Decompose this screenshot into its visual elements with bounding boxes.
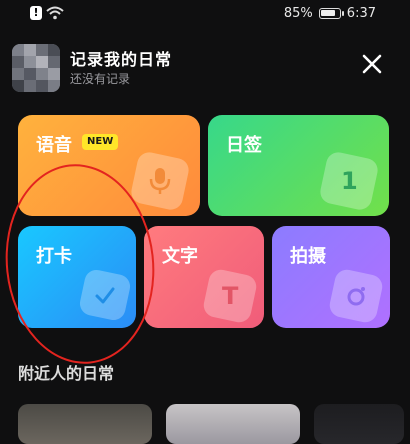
wifi-icon [46,6,64,20]
voice-label: 语音 [36,135,72,156]
new-badge: NEW [82,134,119,150]
page-title: 记录我的日常 [70,50,173,69]
clock: 6:37 [346,6,376,21]
avatar[interactable] [12,44,60,92]
text-t-icon: T [201,267,259,325]
nearby-section-title: 附近人的日常 [18,364,115,383]
checkmark-icon [77,267,133,323]
text-card[interactable]: 文字 T [144,226,264,328]
daily-signature-card[interactable]: 日签 1 [208,115,389,216]
close-icon[interactable] [360,52,384,76]
header: 记录我的日常 还没有记录 [12,42,392,94]
signature-label: 日签 [226,135,262,156]
checkin-label: 打卡 [36,246,72,267]
status-bar: ! 85% 6:37 [0,0,410,30]
photo-card[interactable]: 拍摄 [272,226,390,328]
nearby-thumbnail[interactable] [314,404,404,444]
camera-icon [327,267,385,325]
battery-icon [318,8,344,19]
record-status: 还没有记录 [70,72,131,86]
alert-icon: ! [30,6,42,20]
voice-card[interactable]: 语音 NEW [18,115,200,216]
photo-label: 拍摄 [290,246,326,267]
battery-percent: 85% [283,6,313,21]
calendar-one-icon: 1 [318,150,380,212]
nearby-thumbnail[interactable] [18,404,152,444]
checkin-card[interactable]: 打卡 [18,226,136,328]
text-label: 文字 [162,246,198,267]
nearby-thumbnail[interactable] [166,404,300,444]
microphone-icon [129,150,191,212]
